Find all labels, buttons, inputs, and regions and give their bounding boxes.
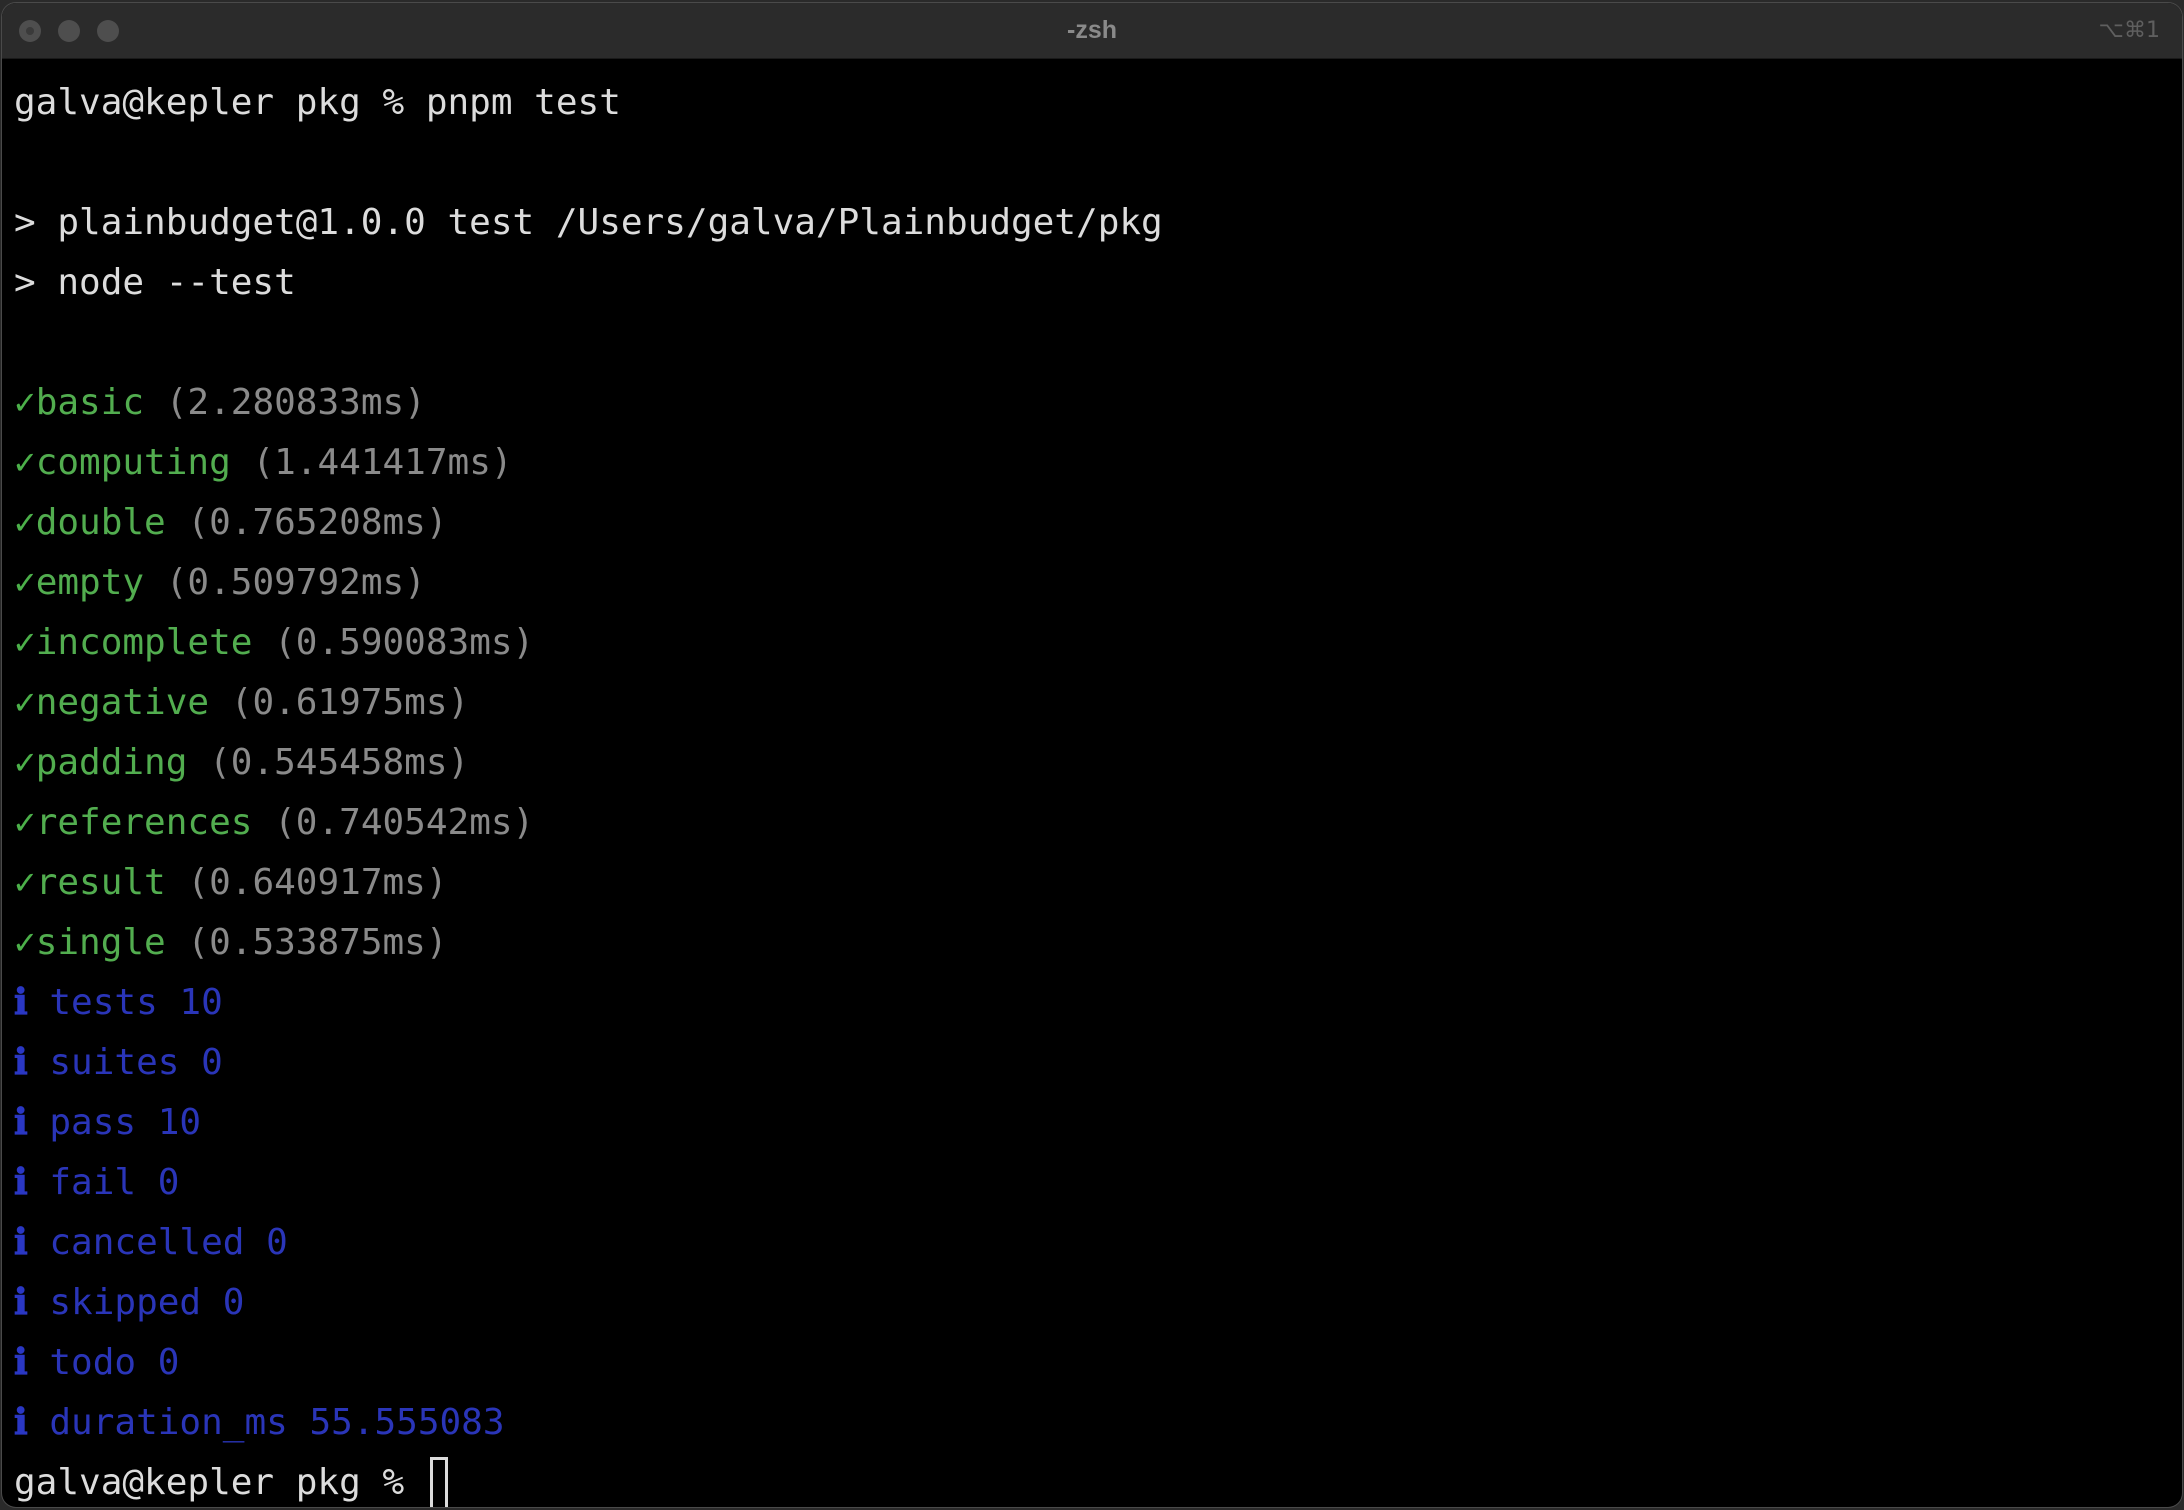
summary-text: cancelled 0 [49,1222,288,1263]
test-result-row: ✓negative (0.61975ms) [14,673,1163,733]
info-icon: ℹ [14,1042,28,1083]
test-name: computing [35,442,231,483]
summary-row: ℹ cancelled 0 [14,1213,1163,1273]
summary-text: fail 0 [49,1162,180,1203]
check-icon: ✓ [14,742,36,783]
script-line: > node --test [14,262,296,303]
summary-row: ℹ pass 10 [14,1093,1163,1153]
test-duration: (1.441417ms) [252,442,513,483]
check-icon: ✓ [14,622,36,663]
summary-row: ℹ duration_ms 55.555083 [14,1393,1163,1453]
text-cursor [429,1457,448,1507]
test-duration: (0.640917ms) [187,862,448,903]
check-icon: ✓ [14,502,36,543]
test-name: incomplete [35,622,253,663]
terminal-window: -zsh ⌥⌘1 galva@kepler pkg % pnpm test > … [2,3,2182,1507]
summary-text: skipped 0 [49,1282,245,1323]
test-result-row: ✓incomplete (0.590083ms) [14,613,1163,673]
test-duration: (2.280833ms) [165,382,426,423]
check-icon: ✓ [14,802,36,843]
test-result-row: ✓empty (0.509792ms) [14,553,1163,613]
test-name: single [35,922,166,963]
test-duration: (0.61975ms) [230,682,470,723]
summary-row: ℹ skipped 0 [14,1273,1163,1333]
check-icon: ✓ [14,562,36,603]
test-name: padding [35,742,188,783]
check-icon: ✓ [14,682,36,723]
summary-text: todo 0 [49,1342,180,1383]
summary-row: ℹ fail 0 [14,1153,1163,1213]
summary-text: suites 0 [49,1042,223,1083]
window-title: -zsh [1067,16,1117,44]
info-icon: ℹ [14,1282,28,1323]
info-icon: ℹ [14,1402,28,1443]
summary-row: ℹ suites 0 [14,1033,1163,1093]
test-name: empty [35,562,145,603]
info-icon: ℹ [14,1342,28,1383]
test-duration: (0.509792ms) [165,562,426,603]
test-duration: (0.740542ms) [274,802,535,843]
prompt: galva@kepler pkg % [14,82,426,123]
info-icon: ℹ [14,1222,28,1263]
test-duration: (0.765208ms) [187,502,448,543]
tab-shortcut: ⌥⌘1 [2098,18,2160,43]
test-name: negative [35,682,210,723]
prompt: galva@kepler pkg % [14,1462,426,1503]
test-result-row: ✓single (0.533875ms) [14,913,1163,973]
info-icon: ℹ [14,1162,28,1203]
test-name: references [35,802,253,843]
info-icon: ℹ [14,1102,28,1143]
script-line: > plainbudget@1.0.0 test /Users/galva/Pl… [14,202,1163,243]
input-line[interactable]: galva@kepler pkg % [14,1453,1163,1507]
check-icon: ✓ [14,442,36,483]
test-result-row: ✓references (0.740542ms) [14,793,1163,853]
test-result-row: ✓padding (0.545458ms) [14,733,1163,793]
test-result-row: ✓result (0.640917ms) [14,853,1163,913]
command-line: galva@kepler pkg % pnpm test [14,73,1163,133]
test-result-row: ✓computing (1.441417ms) [14,433,1163,493]
title-bar: -zsh ⌥⌘1 [2,3,2182,59]
test-name: result [35,862,166,903]
summary-row: ℹ tests 10 [14,973,1163,1033]
check-icon: ✓ [14,382,36,423]
summary-row: ℹ todo 0 [14,1333,1163,1393]
summary-text: pass 10 [49,1102,202,1143]
check-icon: ✓ [14,922,36,963]
test-result-row: ✓double (0.765208ms) [14,493,1163,553]
summary-text: tests 10 [49,982,223,1023]
test-name: double [35,502,166,543]
test-duration: (0.545458ms) [209,742,470,783]
command: pnpm test [425,82,621,123]
test-result-row: ✓basic (2.280833ms) [14,373,1163,433]
summary-text: duration_ms 55.555083 [49,1402,505,1443]
terminal-output[interactable]: galva@kepler pkg % pnpm test > plainbudg… [14,73,1163,1507]
info-icon: ℹ [14,982,28,1023]
test-duration: (0.590083ms) [274,622,535,663]
test-name: basic [35,382,145,423]
check-icon: ✓ [14,862,36,903]
test-duration: (0.533875ms) [187,922,448,963]
